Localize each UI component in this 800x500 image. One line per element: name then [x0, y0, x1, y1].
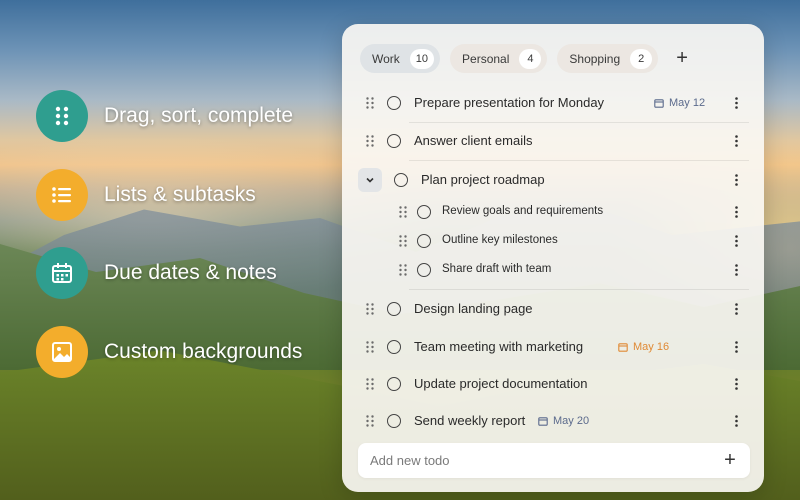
more-options-icon[interactable]: [728, 94, 744, 112]
todo-text: Answer client emails: [414, 133, 533, 148]
todo-text: Share draft with team: [442, 263, 552, 275]
chevron-down-icon: [366, 177, 374, 183]
todo-text: Send weekly report: [414, 413, 526, 428]
todo-row[interactable]: Team meeting with marketing May 16: [342, 338, 764, 356]
todo-checkbox[interactable]: [387, 96, 401, 110]
todo-text: Plan project roadmap: [421, 172, 545, 187]
todo-row[interactable]: Design landing page: [342, 300, 764, 318]
todo-text: Review goals and requirements: [442, 205, 604, 217]
drag-handle-icon[interactable]: [399, 206, 407, 218]
feature-label: Drag, sort, complete: [104, 104, 294, 127]
more-options-icon[interactable]: [728, 203, 744, 221]
list-tabs: Work 10 Personal 4 Shopping 2 +: [360, 44, 694, 73]
calendar-icon: [618, 343, 628, 352]
feature-label: Due dates & notes: [104, 261, 277, 284]
tab-label: Personal: [462, 51, 510, 66]
more-options-icon[interactable]: [728, 132, 744, 150]
due-date-label: May 12: [669, 97, 706, 109]
todo-checkbox[interactable]: [417, 263, 431, 277]
due-date-label: May 16: [633, 341, 670, 353]
tab-count-badge: 4: [519, 48, 542, 69]
add-todo-input[interactable]: [370, 443, 710, 478]
todo-row-parent[interactable]: Plan project roadmap: [342, 168, 764, 192]
todo-checkbox[interactable]: [417, 205, 431, 219]
drag-handle-icon[interactable]: [366, 303, 374, 315]
drag-dots-icon: [36, 90, 88, 142]
todo-checkbox[interactable]: [387, 134, 401, 148]
more-options-icon[interactable]: [728, 232, 744, 250]
feature-due-dates: Due dates & notes: [36, 247, 302, 299]
drag-handle-icon[interactable]: [399, 235, 407, 247]
feature-lists-subtasks: Lists & subtasks: [36, 168, 302, 221]
drag-handle-icon[interactable]: [366, 341, 374, 353]
todo-checkbox[interactable]: [387, 302, 401, 316]
todo-checkbox[interactable]: [387, 414, 401, 428]
feature-list: Drag, sort, complete Lists & subtasks Du…: [36, 90, 302, 404]
tab-personal[interactable]: Personal 4: [450, 44, 548, 73]
feature-drag-sort: Drag, sort, complete: [36, 90, 302, 142]
more-options-icon[interactable]: [728, 338, 744, 356]
todo-text: Team meeting with marketing: [414, 339, 584, 354]
todo-panel: Work 10 Personal 4 Shopping 2 + Prepare …: [342, 24, 764, 492]
add-todo-bar: +: [358, 443, 750, 478]
due-date: May 12: [654, 97, 705, 109]
tab-work[interactable]: Work 10: [360, 44, 441, 73]
todo-row[interactable]: Update project documentation: [342, 375, 764, 393]
todo-text: Design landing page: [414, 301, 533, 316]
feature-label: Custom backgrounds: [104, 339, 303, 363]
calendar-icon: [36, 247, 88, 299]
todo-checkbox[interactable]: [394, 173, 408, 187]
divider: [409, 289, 749, 290]
add-list-button[interactable]: +: [670, 47, 694, 71]
subtask-row[interactable]: Share draft with team: [342, 261, 764, 279]
feature-backgrounds: Custom backgrounds: [36, 325, 303, 378]
feature-label: Lists & subtasks: [104, 182, 256, 206]
drag-handle-icon[interactable]: [366, 135, 374, 147]
tab-count-badge: 10: [409, 48, 435, 69]
more-options-icon[interactable]: [728, 171, 744, 189]
todo-checkbox[interactable]: [387, 377, 401, 391]
due-date: May 20: [538, 415, 589, 427]
todo-text: Prepare presentation for Monday: [414, 95, 605, 110]
due-date: May 16: [618, 341, 669, 353]
list-icon: [36, 168, 88, 221]
calendar-icon: [654, 99, 664, 108]
todo-row[interactable]: Prepare presentation for Monday May 12: [342, 94, 764, 112]
tab-count-badge: 2: [630, 48, 653, 69]
divider: [409, 160, 749, 161]
divider: [409, 122, 749, 123]
todo-row[interactable]: Send weekly report May 20: [342, 412, 764, 430]
more-options-icon[interactable]: [728, 261, 744, 279]
tab-label: Shopping: [569, 51, 621, 66]
drag-handle-icon[interactable]: [399, 264, 407, 276]
todo-text: Update project documentation: [414, 376, 588, 391]
image-icon: [36, 325, 88, 378]
more-options-icon[interactable]: [728, 300, 744, 318]
due-date-label: May 20: [553, 415, 590, 427]
subtask-row[interactable]: Review goals and requirements: [342, 203, 764, 221]
todo-checkbox[interactable]: [387, 340, 401, 354]
todo-text: Outline key milestones: [442, 234, 558, 246]
drag-handle-icon[interactable]: [366, 415, 374, 427]
tab-label: Work: [372, 51, 400, 66]
todo-row[interactable]: Answer client emails: [342, 132, 764, 150]
drag-handle-icon[interactable]: [366, 97, 374, 109]
more-options-icon[interactable]: [728, 412, 744, 430]
collapse-button[interactable]: [358, 168, 382, 192]
drag-handle-icon[interactable]: [366, 378, 374, 390]
tab-shopping[interactable]: Shopping 2: [557, 44, 659, 73]
more-options-icon[interactable]: [728, 375, 744, 393]
add-todo-button[interactable]: +: [720, 450, 740, 470]
subtask-row[interactable]: Outline key milestones: [342, 232, 764, 250]
todo-checkbox[interactable]: [417, 234, 431, 248]
calendar-icon: [538, 417, 548, 426]
